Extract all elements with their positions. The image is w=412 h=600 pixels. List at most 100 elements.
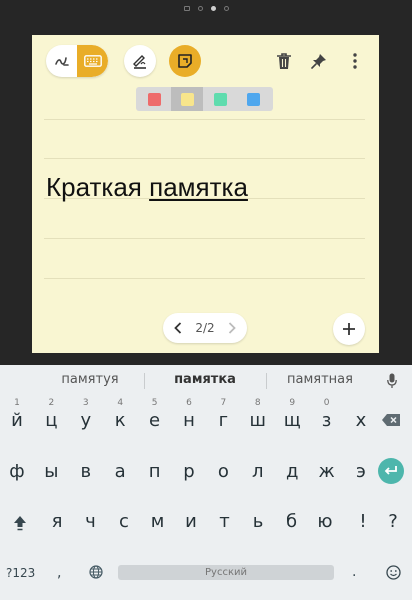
key-letter[interactable]: я [45, 511, 69, 532]
key-letter[interactable]: 9щ [280, 398, 304, 431]
key-letter-label: н [183, 410, 195, 431]
key-letter[interactable]: в [74, 461, 98, 482]
key-letter-label: х [355, 410, 367, 431]
add-page-button[interactable] [333, 313, 365, 345]
ruled-line [44, 119, 365, 120]
key-letter[interactable]: э [349, 461, 373, 482]
symbols-key[interactable]: ?123 [6, 566, 35, 580]
key-letter[interactable]: 0з [315, 398, 339, 431]
ruled-line [44, 238, 365, 239]
key-letter[interactable]: 8ш [246, 398, 270, 431]
key-letter[interactable]: ы [39, 461, 63, 482]
key-letter-label: ж [318, 461, 335, 482]
key-letter-label: ф [9, 461, 25, 482]
ruled-line [44, 158, 365, 159]
key-question[interactable]: ? [385, 511, 401, 532]
key-letter[interactable]: и [179, 511, 203, 532]
key-letter-label: з [321, 410, 332, 431]
key-letter-label: и [185, 511, 197, 532]
key-letter[interactable]: д [280, 461, 304, 482]
pin-button[interactable] [308, 50, 330, 72]
page-dot-active [210, 6, 216, 11]
color-palette [136, 87, 273, 111]
key-letter-label: щ [283, 410, 301, 431]
key-letter[interactable]: ж [315, 461, 339, 482]
pen-style-button[interactable] [124, 45, 156, 77]
key-letter-label: ч [85, 511, 96, 532]
key-letter[interactable]: ю [313, 511, 337, 532]
suggestion-item[interactable]: памятуя [40, 365, 140, 395]
key-letter[interactable]: 7г [211, 398, 235, 431]
key-letter-label: с [119, 511, 129, 532]
color-swatch [147, 92, 161, 106]
key-letter[interactable]: п [143, 461, 167, 482]
key-letter-label: т [219, 511, 230, 532]
key-letter-label: а [114, 461, 126, 482]
color-option[interactable] [171, 87, 203, 111]
key-letter[interactable]: а [108, 461, 132, 482]
key-letter[interactable]: р [177, 461, 201, 482]
key-letter[interactable]: 3у [74, 398, 98, 431]
chevron-left-icon [174, 322, 182, 334]
note-card[interactable]: Краткая памятка 2/2 [32, 35, 379, 353]
key-letter[interactable]: ф [5, 461, 29, 482]
key-letter-label: к [114, 410, 126, 431]
key-letter[interactable]: с [112, 511, 136, 532]
page-dot [183, 6, 190, 11]
suggestion-bar: памятуя памятка памятная [0, 365, 412, 395]
page-dot [223, 6, 229, 11]
key-letter-label: е [149, 410, 161, 431]
key-letter-label: г [218, 410, 229, 431]
key-letter[interactable]: 5е [143, 398, 167, 431]
page-indicator [0, 6, 412, 11]
key-letter[interactable]: о [211, 461, 235, 482]
note-color-button[interactable] [169, 45, 201, 77]
comma-key[interactable]: , [57, 565, 61, 581]
key-number-hint: 4 [117, 398, 124, 408]
key-letter[interactable]: 2ц [39, 398, 63, 431]
emoji-key[interactable] [384, 563, 402, 581]
enter-icon [384, 466, 397, 475]
key-letter[interactable]: 6н [177, 398, 201, 431]
key-letter[interactable]: х [349, 410, 373, 431]
delete-button[interactable] [273, 50, 295, 72]
more-menu-button[interactable] [344, 50, 366, 72]
suggestion-item-primary[interactable]: памятка [155, 365, 255, 395]
key-letter-label: д [285, 461, 299, 482]
previous-page-button[interactable] [167, 313, 189, 343]
key-letter-label: п [148, 461, 161, 482]
enter-key[interactable] [378, 458, 404, 484]
pin-icon [311, 54, 326, 69]
key-letter[interactable]: ч [79, 511, 103, 532]
note-text[interactable]: Краткая памятка [46, 172, 248, 203]
key-letter[interactable]: л [246, 461, 270, 482]
enter-button-background [378, 458, 404, 484]
language-key[interactable] [88, 564, 104, 580]
shift-icon [14, 516, 26, 531]
key-letter-label: ш [249, 410, 267, 431]
trash-icon [277, 53, 291, 69]
color-option[interactable] [138, 87, 170, 111]
voice-input-button[interactable] [382, 371, 402, 391]
key-number-hint: 0 [323, 398, 330, 408]
keyboard-mode-button[interactable] [77, 45, 108, 77]
key-letter[interactable]: 1й [5, 398, 29, 431]
next-page-button[interactable] [221, 313, 243, 343]
key-letter[interactable]: т [213, 511, 237, 532]
shift-key[interactable] [10, 513, 30, 533]
pen-style-icon [133, 55, 146, 69]
key-exclamation[interactable]: ! [355, 511, 371, 532]
period-key[interactable]: . [352, 564, 356, 580]
key-letter-label: л [252, 461, 264, 482]
globe-icon [89, 565, 103, 579]
space-key[interactable]: Русский [118, 565, 334, 580]
key-letter[interactable]: б [280, 511, 304, 532]
key-letter[interactable]: ь [246, 511, 270, 532]
suggestion-item[interactable]: памятная [270, 365, 370, 395]
pen-mode-button[interactable] [46, 45, 77, 77]
color-option[interactable] [237, 87, 269, 111]
color-option[interactable] [204, 87, 236, 111]
backspace-key[interactable] [378, 409, 404, 431]
key-letter[interactable]: м [146, 511, 170, 532]
key-letter[interactable]: 4к [108, 398, 132, 431]
